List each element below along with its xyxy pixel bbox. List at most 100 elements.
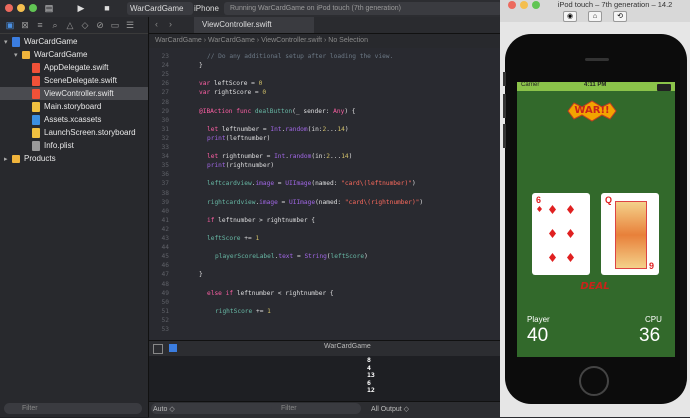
sim-zoom-button[interactable]	[532, 1, 540, 9]
deal-button[interactable]: DEAL	[575, 280, 615, 294]
code-line[interactable]: playerScoreLabel.text = String(leftScore…	[215, 253, 368, 260]
line-number: 43	[161, 235, 169, 242]
file-tree-item-label: Products	[24, 154, 56, 163]
activity-status: Running WarCardGame on iPod touch (7th g…	[224, 2, 502, 15]
disclosure-triangle-icon[interactable]: ▸	[4, 153, 12, 166]
code-line[interactable]: // Do any additional setup after loading…	[207, 53, 393, 60]
file-tree-item[interactable]: ▾ WarCardGame	[0, 35, 148, 48]
minimize-window-button[interactable]	[17, 4, 25, 12]
source-control-icon[interactable]: ⊠	[20, 20, 30, 30]
home-icon[interactable]: ⌂	[588, 11, 602, 22]
swift-file-icon	[32, 75, 40, 86]
code-line[interactable]: print(rightnumber)	[207, 162, 274, 169]
back-arrow-icon[interactable]: ‹	[155, 19, 158, 29]
player-label: Player	[527, 315, 550, 324]
code-line[interactable]: leftcardview.image = UIImage(named: "car…	[207, 180, 416, 187]
storyboard-icon	[32, 127, 40, 138]
app-screen: Carrier 4:11 PM WAR!! 6 Q 9 DEAL Player …	[517, 82, 675, 357]
code-line[interactable]: }	[199, 271, 203, 278]
sidebar-toggle-icon[interactable]: ▤	[44, 1, 54, 15]
jumpbar-file[interactable]: ViewController.swift	[261, 37, 322, 44]
output-selector[interactable]: All Output ◇	[371, 405, 409, 413]
swift-file-icon	[32, 88, 40, 99]
left-card-rank: 6	[536, 195, 542, 205]
source-editor[interactable]: 23 // Do any additional setup after loadi…	[149, 48, 500, 340]
file-tree-item[interactable]: AppDelegate.swift	[0, 61, 148, 74]
logo-text: WAR!!	[574, 105, 610, 116]
line-number: 44	[161, 244, 169, 252]
code-line[interactable]: var rightScore = 0	[199, 89, 266, 96]
file-tree-item[interactable]: LaunchScreen.storyboard	[0, 126, 148, 139]
file-tree-item[interactable]: ▸ Products	[0, 152, 148, 165]
issue-navigator-icon[interactable]: △	[65, 20, 75, 30]
find-navigator-icon[interactable]: ⌕	[50, 20, 60, 30]
hide-debug-area-icon[interactable]	[153, 344, 163, 354]
folder-icon	[22, 50, 30, 59]
breakpoint-navigator-icon[interactable]: ▭	[110, 20, 120, 30]
line-number: 39	[161, 198, 169, 206]
code-line[interactable]: rightScore += 1	[215, 308, 271, 315]
queen-illustration	[615, 201, 647, 269]
jumpbar-group[interactable]: WarCardGame	[208, 37, 255, 44]
editor-tab-bar: ‹ › ViewController.swift	[149, 17, 500, 34]
code-line[interactable]: }	[199, 62, 203, 69]
report-navigator-icon[interactable]: ☰	[125, 20, 135, 30]
stop-button[interactable]: ■	[100, 1, 114, 15]
line-number: 36	[161, 171, 169, 179]
home-button[interactable]	[579, 366, 609, 396]
file-tree-item-label: LaunchScreen.storyboard	[44, 128, 136, 137]
code-line[interactable]: var leftScore = 0	[199, 80, 262, 87]
code-line[interactable]: print(leftnumber)	[207, 135, 270, 142]
pip-diamond	[567, 229, 574, 238]
breakpoints-toggle-icon[interactable]	[169, 344, 177, 352]
navigator-filter-input[interactable]: Filter	[4, 403, 142, 414]
line-number: 52	[161, 316, 169, 324]
code-line[interactable]: let rightnumber = Int.random(in:2...14)	[207, 153, 352, 160]
console-line: 12	[367, 386, 375, 395]
file-tree-item[interactable]: SceneDelegate.swift	[0, 74, 148, 87]
run-button[interactable]: ▶	[74, 1, 88, 15]
zoom-window-button[interactable]	[29, 4, 37, 12]
device-selector[interactable]: iPhone	[194, 2, 224, 15]
close-window-button[interactable]	[5, 4, 13, 12]
battery-icon	[657, 84, 671, 91]
code-line[interactable]: leftScore += 1	[207, 235, 259, 242]
file-tree-item[interactable]: Info.plist	[0, 139, 148, 152]
file-tree-item-label: SceneDelegate.swift	[44, 76, 117, 85]
file-tree-item[interactable]: ▾ WarCardGame	[0, 48, 148, 61]
jumpbar-project[interactable]: WarCardGame	[149, 37, 202, 44]
symbol-navigator-icon[interactable]: ≡	[35, 20, 45, 30]
right-card-rank: Q	[605, 195, 613, 205]
line-number: 48	[161, 280, 169, 288]
file-tree-item[interactable]: ViewController.swift	[0, 87, 148, 100]
line-number: 25	[161, 71, 169, 79]
debug-navigator-icon[interactable]: ⊘	[95, 20, 105, 30]
line-number: 35	[161, 162, 169, 170]
code-line[interactable]: rightcardview.image = UIImage(named: "ca…	[207, 199, 423, 206]
sim-close-button[interactable]	[508, 1, 516, 9]
variables-filter-input[interactable]: Filter	[271, 403, 361, 414]
code-line[interactable]: else if leftnumber < rightnumber {	[207, 290, 334, 297]
file-tree-item-label: WarCardGame	[24, 37, 78, 46]
auto-selector[interactable]: Auto ◇	[153, 405, 175, 413]
forward-arrow-icon[interactable]: ›	[169, 19, 172, 29]
jump-bar[interactable]: WarCardGame › WarCardGame › ViewControll…	[149, 34, 500, 49]
console-output: 8 4 13 6 12	[149, 356, 500, 401]
file-tree-item[interactable]: Main.storyboard	[0, 100, 148, 113]
file-tree-item-label: Assets.xcassets	[44, 115, 102, 124]
jumpbar-selection[interactable]: No Selection	[328, 37, 368, 44]
tab-viewcontroller[interactable]: ViewController.swift	[194, 17, 314, 33]
file-tree-item[interactable]: Assets.xcassets	[0, 113, 148, 126]
code-line[interactable]: let leftnumber = Int.random(in:2...14)	[207, 126, 349, 133]
file-tree-item-label: Main.storyboard	[44, 102, 102, 111]
test-navigator-icon[interactable]: ◇	[80, 20, 90, 30]
line-number: 45	[161, 253, 169, 261]
scheme-selector[interactable]: WarCardGame	[127, 2, 193, 15]
volume-up-button	[503, 94, 506, 118]
code-line[interactable]: @IBAction func dealButton(_ sender: Any)…	[199, 108, 356, 115]
sim-minimize-button[interactable]	[520, 1, 528, 9]
code-line[interactable]: if leftnumber > rightnumber {	[207, 217, 315, 224]
rotate-icon[interactable]: ⟲	[613, 11, 627, 22]
screenshot-icon[interactable]: ◉	[563, 11, 577, 22]
folder-navigator-icon[interactable]: ▣	[5, 20, 15, 30]
